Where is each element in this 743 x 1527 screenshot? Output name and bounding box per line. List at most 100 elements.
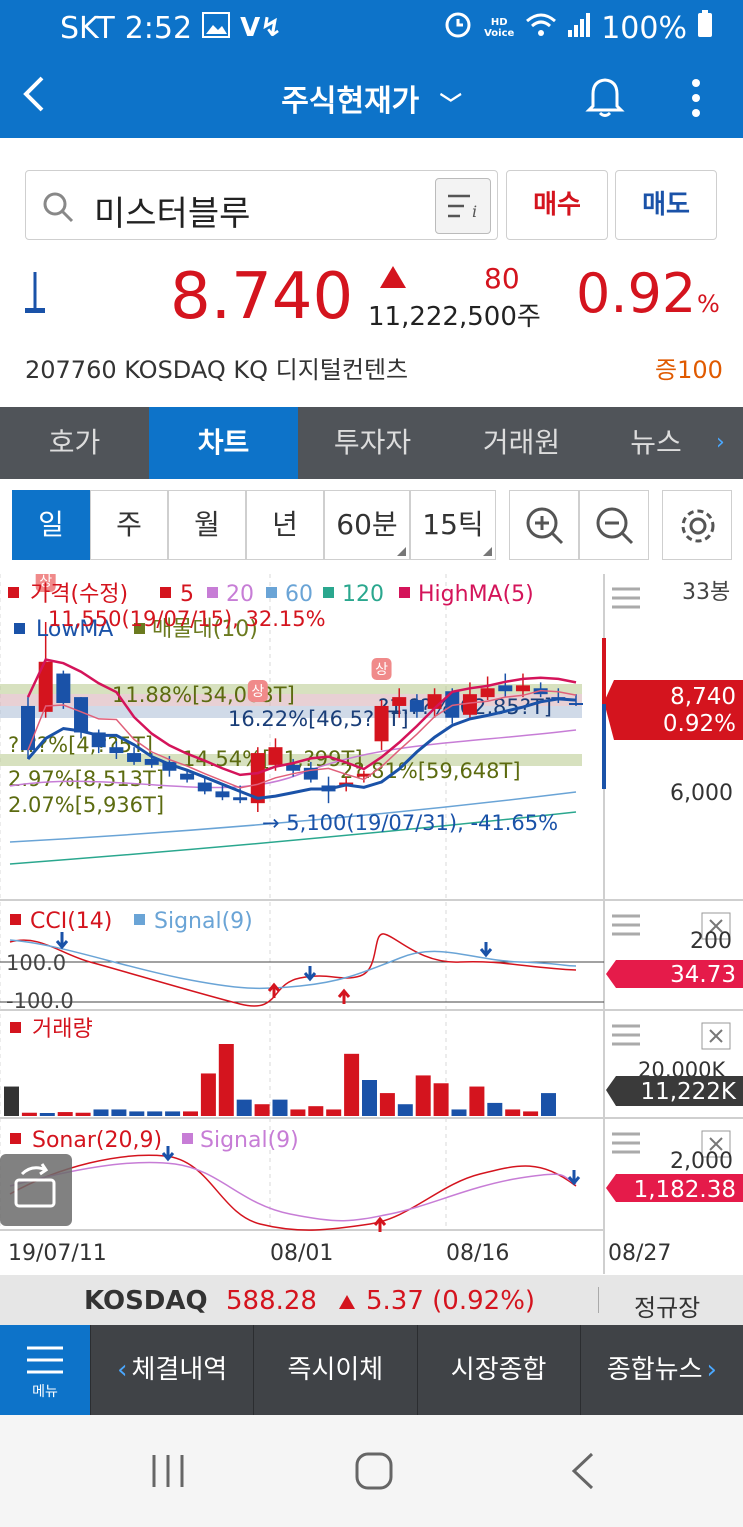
period-60min-label: 60분 xyxy=(336,508,398,541)
volume-bar xyxy=(183,1111,198,1116)
stock-chart[interactable]: 11.88%[34,063T]16.22%[46,5?1T]?1.??%[62,… xyxy=(0,570,743,1274)
detail-tabs: 호가 차트 투자자 거래원 뉴스 › xyxy=(0,407,743,479)
nav-label: 종합뉴스 xyxy=(606,1355,703,1385)
chevron-right-icon[interactable]: › xyxy=(716,407,743,479)
stock-info: 207760 KOSDAQ KQ 디지털컨텐츠 xyxy=(25,356,409,384)
margin-badge: 증100 xyxy=(655,356,723,384)
volume-bar xyxy=(165,1111,181,1116)
zoom-in-icon xyxy=(526,507,564,545)
candle-body xyxy=(215,791,230,798)
chevron-left-icon: ‹ xyxy=(117,1355,128,1385)
tab-news[interactable]: 뉴스 xyxy=(596,407,716,479)
stock-list-icon[interactable]: i xyxy=(435,178,491,234)
volume-bar xyxy=(362,1080,377,1116)
axis-current-rate: 0.92% xyxy=(663,711,736,737)
bell-icon[interactable] xyxy=(585,74,625,122)
period-15tick-label: 15틱 xyxy=(422,508,484,541)
zoom-out-button[interactable] xyxy=(579,490,649,560)
nav-news[interactable]: 종합뉴스 › xyxy=(579,1325,743,1415)
dropdown-corner-icon xyxy=(483,547,492,556)
candle-body xyxy=(392,697,407,706)
period-15tick[interactable]: 15틱 xyxy=(410,490,496,560)
candle-body xyxy=(462,694,477,715)
change-rate: 0.92 xyxy=(576,262,697,325)
candle-body xyxy=(498,685,513,692)
index-change: 5.37 (0.92%) xyxy=(366,1286,536,1316)
period-week[interactable]: 주 xyxy=(90,490,168,560)
volume-bar xyxy=(111,1109,127,1116)
up-triangle-icon xyxy=(339,1295,355,1309)
price-change: 80 xyxy=(484,262,520,295)
volume-bar xyxy=(200,1073,216,1116)
period-day[interactable]: 일 xyxy=(12,490,90,560)
legend-cci: CCI(14) xyxy=(30,909,112,934)
legend-price: 가격(수정) xyxy=(30,582,128,607)
candle-count: 33봉 xyxy=(682,580,730,605)
period-year[interactable]: 년 xyxy=(246,490,324,560)
buy-button[interactable]: 매수 xyxy=(506,170,608,240)
cci-axis-top: 200 xyxy=(690,929,732,954)
volume-bar xyxy=(344,1053,360,1116)
nav-instant-transfer[interactable]: 즉시이체 xyxy=(253,1325,416,1415)
legend-volume: 거래량 xyxy=(32,1017,93,1042)
legend-ma5: 5 xyxy=(180,582,194,607)
legend-highma: HighMA(5) xyxy=(418,582,534,607)
alarm-icon xyxy=(443,9,473,47)
gear-icon xyxy=(681,509,715,543)
home-icon[interactable] xyxy=(354,1451,394,1491)
index-name: KOSDAQ xyxy=(84,1286,208,1316)
more-menu-icon[interactable] xyxy=(690,78,702,122)
candle-body xyxy=(21,705,35,751)
period-month[interactable]: 월 xyxy=(168,490,246,560)
back-nav-icon[interactable] xyxy=(568,1451,598,1491)
screen-title-dropdown[interactable]: 주식현재가 ﹀ xyxy=(0,76,743,120)
hd-voice-icon: HD Voice xyxy=(484,17,515,39)
cci-level-upper: 100.0 xyxy=(6,951,66,975)
stock-search-input[interactable]: 미스터블루 i xyxy=(25,170,498,240)
candle-body xyxy=(127,753,142,762)
tab-chart[interactable]: 차트 xyxy=(149,407,298,479)
tab-broker[interactable]: 거래원 xyxy=(447,407,596,479)
gallery-icon xyxy=(202,11,231,46)
sonar-axis-top: 2,000 xyxy=(670,1149,733,1174)
period-selector: 일 주 월 년 60분 15틱 xyxy=(12,490,496,560)
limit-up-badge: 상 xyxy=(247,680,268,702)
volume-bar xyxy=(505,1109,521,1116)
volume-bar xyxy=(4,1086,19,1116)
app-bar: 주식현재가 ﹀ xyxy=(0,56,743,138)
legend-sonar: Sonar(20,9) xyxy=(32,1128,162,1153)
rotate-screen-button[interactable] xyxy=(0,1154,72,1226)
tab-investor[interactable]: 투자자 xyxy=(298,407,447,479)
chevron-down-icon: ﹀ xyxy=(439,92,462,118)
candle-body xyxy=(233,797,248,801)
up-triangle-icon xyxy=(380,266,406,288)
volume-bar xyxy=(147,1111,163,1116)
candle-body xyxy=(515,685,530,692)
menu-button[interactable]: 메뉴 xyxy=(0,1325,90,1415)
legend-ma120: 120 xyxy=(342,582,384,607)
low-annotation-text: 5,100(19/07/31), -41.65% xyxy=(286,811,558,835)
nav-trade-history[interactable]: ‹ 체결내역 xyxy=(90,1325,253,1415)
zoom-in-button[interactable] xyxy=(509,490,579,560)
volume-bar xyxy=(326,1109,342,1116)
chart-canvas[interactable]: 11.88%[34,063T]16.22%[46,5?1T]?1.??%[62,… xyxy=(0,570,743,1274)
date-tick: 08/16 xyxy=(446,1241,509,1266)
system-nav-bar xyxy=(0,1415,743,1527)
axis-current-price: 8,740 xyxy=(670,684,736,710)
cci-value: 34.73 xyxy=(670,962,736,988)
nav-market-overview[interactable]: 시장종합 xyxy=(416,1325,580,1415)
volume-bar xyxy=(415,1075,431,1116)
dropdown-corner-icon xyxy=(397,547,406,556)
wifi-icon xyxy=(525,11,557,46)
volume-bar xyxy=(75,1112,91,1116)
volume-bar xyxy=(397,1104,413,1116)
date-tick: 08/27 xyxy=(608,1241,671,1266)
volume-bar xyxy=(469,1086,485,1116)
period-60min[interactable]: 60분 xyxy=(324,490,410,560)
session-status: 정규장 xyxy=(634,1294,701,1322)
chart-settings-button[interactable] xyxy=(662,490,732,560)
market-index-bar[interactable]: KOSDAQ 588.28 5.37 (0.92%) 정규장 xyxy=(0,1275,743,1325)
tab-orderbook[interactable]: 호가 xyxy=(0,407,149,479)
recent-apps-icon[interactable] xyxy=(148,1453,188,1489)
sell-button[interactable]: 매도 xyxy=(615,170,717,240)
